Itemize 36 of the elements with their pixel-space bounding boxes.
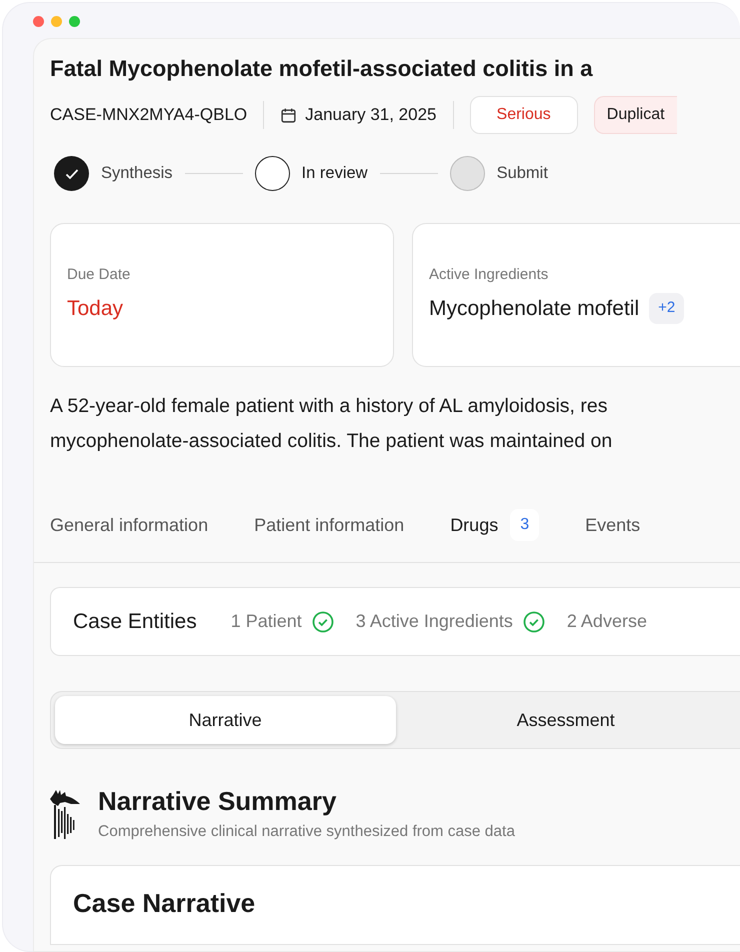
card-value: Today (67, 296, 124, 322)
status-badge: Serious (470, 96, 578, 134)
card-label: Active Ingredients (429, 265, 550, 285)
summary-title: Narrative Summary (98, 787, 338, 816)
summary-text-line: mycophenolate-associated colitis. The patient was maintained on (50, 429, 614, 454)
close-icon[interactable] (33, 16, 44, 27)
case-id: CASE-MNX2MYA4-QBLO (50, 104, 248, 126)
section-tab[interactable]: Events (585, 512, 640, 538)
step-indicator (54, 156, 89, 191)
calendar-icon (280, 106, 298, 124)
entity-count: 3 Active Ingredients (356, 610, 513, 633)
case-title: Fatal Mycophenolate mofetil-associated colitis in a (50, 55, 594, 82)
summary-subtitle: Comprehensive clinical narrative synthesized from case data (98, 822, 515, 842)
card-value: Mycophenolate mofetil (429, 296, 640, 322)
minimize-icon[interactable] (51, 16, 62, 27)
entity-count: 2 Adverse (566, 610, 647, 633)
step-indicator (450, 156, 485, 191)
step-label: In review (302, 163, 368, 184)
count-badge: 3 (510, 509, 540, 541)
section-tab[interactable]: General information (50, 512, 208, 538)
section-tab[interactable]: Drugs 3 (450, 509, 540, 541)
view-tab[interactable]: Assessment (396, 696, 736, 744)
step-label: Synthesis (101, 163, 173, 184)
status-badge: Duplicat (594, 96, 677, 134)
entities-title: Case Entities (73, 608, 197, 635)
entity-count: 1 Patient (230, 610, 302, 633)
narrative-card-title: Case Narrative (73, 888, 256, 920)
zoom-icon[interactable] (69, 16, 80, 27)
case-date: January 31, 2025 (305, 104, 437, 126)
section-tab[interactable]: Patient information (254, 512, 404, 538)
step-label: Submit (496, 163, 548, 184)
more-count-badge: +2 (649, 293, 684, 324)
card-label: Due Date (67, 265, 132, 285)
step-indicator (254, 156, 290, 191)
view-tab[interactable]: Narrative (55, 696, 396, 744)
summary-text-line: A 52-year-old female patient with a history of AL amyloidosis, res (50, 394, 608, 419)
